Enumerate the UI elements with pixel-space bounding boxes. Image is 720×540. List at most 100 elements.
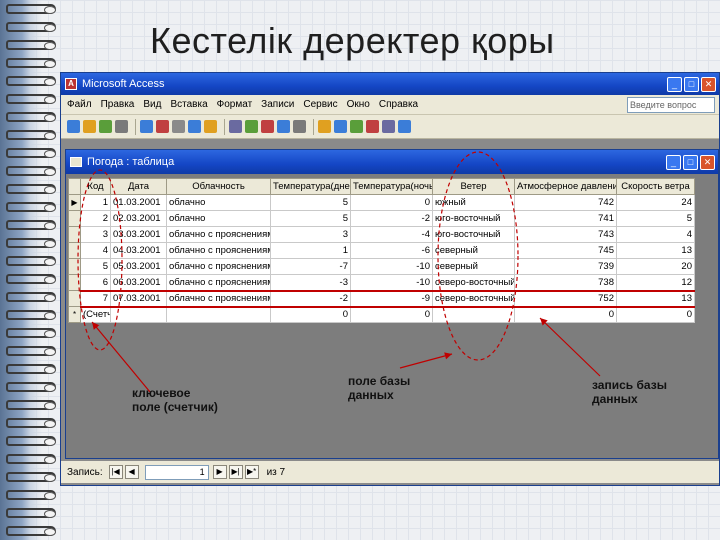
table-cell[interactable]: 0 — [270, 306, 351, 323]
table-cell[interactable]: 5 — [616, 210, 695, 227]
table-cell[interactable]: юго-восточный — [432, 210, 515, 227]
table-cell[interactable]: -3 — [270, 274, 351, 291]
table-row[interactable]: 7 07.03.2001 облачно с прояснениями -2 -9 сев… — [68, 289, 695, 308]
table-cell[interactable]: северный — [432, 242, 515, 259]
current-record-input[interactable]: 1 — [144, 464, 209, 480]
table-cell[interactable]: облачно с прояснениями — [166, 226, 271, 243]
row-selector[interactable] — [68, 274, 81, 291]
table-row[interactable]: 6 06.03.2001 облачно с прояснениями -3 -10 се… — [68, 274, 695, 291]
toolbar-button-icon[interactable] — [188, 120, 201, 133]
last-record-button[interactable]: ▶| — [228, 465, 243, 479]
new-record-button[interactable]: ▶* — [244, 465, 259, 479]
table-cell[interactable]: -10 — [350, 258, 433, 275]
table-cell[interactable]: 5 — [270, 210, 351, 227]
table-cell[interactable] — [110, 306, 167, 323]
table-cell[interactable]: облачно — [166, 210, 271, 227]
table-cell[interactable]: -7 — [270, 258, 351, 275]
menu-item[interactable]: Окно — [347, 99, 370, 110]
table-cell[interactable]: 01.03.2001 — [110, 194, 167, 211]
table-cell[interactable]: северо-восточный — [432, 289, 515, 308]
table-cell[interactable]: 0 — [350, 306, 433, 323]
table-cell[interactable]: 07.03.2001 — [110, 289, 167, 308]
column-header[interactable]: Температура(днем) — [270, 178, 351, 195]
column-header[interactable]: Атмосферное давление — [514, 178, 617, 195]
table-cell[interactable]: облачно с прояснениями — [166, 242, 271, 259]
row-selector[interactable] — [68, 290, 81, 307]
column-header[interactable]: Облачность — [166, 178, 271, 195]
toolbar-button-icon[interactable] — [67, 120, 80, 133]
toolbar-button-icon[interactable] — [293, 120, 306, 133]
table-cell[interactable]: -9 — [350, 289, 433, 308]
table-cell[interactable]: 06.03.2001 — [110, 274, 167, 291]
table-cell[interactable]: 02.03.2001 — [110, 210, 167, 227]
table-cell[interactable]: юго-восточный — [432, 226, 515, 243]
table-cell[interactable]: облачно — [166, 194, 271, 211]
menu-item[interactable]: Сервис — [303, 99, 337, 110]
table-cell[interactable]: 0 — [350, 194, 433, 211]
minimize-button[interactable]: _ — [667, 76, 682, 92]
menu-item[interactable]: Справка — [379, 99, 418, 110]
table-cell[interactable]: 1 — [80, 194, 111, 211]
table-cell[interactable]: южный — [432, 194, 515, 211]
toolbar-button-icon[interactable] — [115, 120, 128, 133]
toolbar-button-icon[interactable] — [172, 120, 185, 133]
table-cell[interactable]: -2 — [270, 289, 351, 308]
toolbar-button-icon[interactable] — [398, 120, 411, 133]
table-cell[interactable]: 20 — [616, 258, 695, 275]
table-minimize-button[interactable]: _ — [666, 154, 681, 170]
table-cell[interactable]: 13 — [616, 242, 695, 259]
table-cell[interactable]: 752 — [514, 289, 617, 308]
table-cell[interactable]: -4 — [350, 226, 433, 243]
table-cell[interactable]: 24 — [616, 194, 695, 211]
toolbar-button-icon[interactable] — [382, 120, 395, 133]
table-cell[interactable]: 4 — [80, 242, 111, 259]
table-cell[interactable]: 5 — [270, 194, 351, 211]
toolbar-button-icon[interactable] — [366, 120, 379, 133]
table-cell[interactable]: 742 — [514, 194, 617, 211]
table-cell[interactable] — [166, 306, 271, 323]
table-cell[interactable] — [432, 306, 515, 323]
row-selector[interactable] — [68, 210, 81, 227]
menu-item[interactable]: Правка — [101, 99, 135, 110]
table-cell[interactable]: северный — [432, 258, 515, 275]
menu-item[interactable]: Файл — [67, 99, 92, 110]
column-header[interactable]: Код — [80, 178, 111, 195]
table-cell[interactable]: 743 — [514, 226, 617, 243]
column-header[interactable]: Температура(ночью) — [350, 178, 433, 195]
toolbar-button-icon[interactable] — [277, 120, 290, 133]
column-header[interactable]: Ветер — [432, 178, 515, 195]
row-selector[interactable] — [68, 242, 81, 259]
question-input[interactable]: Введите вопрос — [627, 96, 715, 113]
table-cell[interactable]: 3 — [80, 226, 111, 243]
table-cell[interactable]: 1 — [270, 242, 351, 259]
toolbar-button-icon[interactable] — [99, 120, 112, 133]
table-cell[interactable]: 2 — [80, 210, 111, 227]
next-record-button[interactable]: ▶ — [212, 465, 227, 479]
toolbar-button-icon[interactable] — [140, 120, 153, 133]
menu-item[interactable]: Вид — [143, 99, 161, 110]
table-cell[interactable]: 6 — [80, 274, 111, 291]
table-row[interactable]: 4 04.03.2001 облачно с прояснениями 1 -6 севе… — [68, 242, 695, 259]
table-row[interactable]: ▶ 1 01.03.2001 облачно 5 0 южный 742 24 — [68, 194, 695, 211]
column-header[interactable]: Скорость ветра — [616, 178, 695, 195]
row-selector[interactable] — [68, 258, 81, 275]
table-cell[interactable]: 0 — [616, 306, 695, 323]
table-cell[interactable]: 13 — [616, 289, 695, 308]
new-row-selector[interactable]: * — [68, 306, 81, 323]
close-button[interactable]: ✕ — [701, 76, 716, 92]
table-cell[interactable]: облачно с прояснениями — [166, 258, 271, 275]
toolbar-button-icon[interactable] — [245, 120, 258, 133]
table-cell[interactable]: 03.03.2001 — [110, 226, 167, 243]
table-close-button[interactable]: ✕ — [700, 154, 715, 170]
maximize-button[interactable]: □ — [684, 76, 699, 92]
table-cell[interactable]: 745 — [514, 242, 617, 259]
table-cell[interactable]: 3 — [270, 226, 351, 243]
column-header[interactable]: Дата — [110, 178, 167, 195]
table-row[interactable]: 3 03.03.2001 облачно с прояснениями 3 -4 юго-… — [68, 226, 695, 243]
table-row[interactable]: 5 05.03.2001 облачно с прояснениями -7 -10 се… — [68, 258, 695, 275]
first-record-button[interactable]: |◀ — [108, 465, 123, 479]
table-cell[interactable]: -10 — [350, 274, 433, 291]
toolbar-button-icon[interactable] — [334, 120, 347, 133]
table-cell[interactable]: облачно с прояснениями — [166, 274, 271, 291]
toolbar-button-icon[interactable] — [229, 120, 242, 133]
